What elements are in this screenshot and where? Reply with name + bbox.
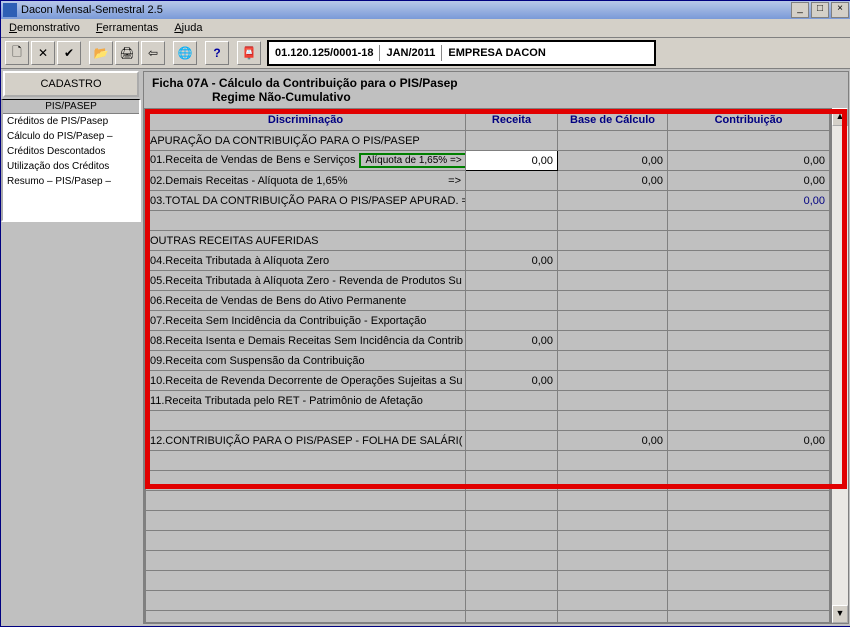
sidebar-group: PIS/PASEP: [3, 100, 139, 114]
sidebar-item[interactable]: Créditos Descontados: [3, 144, 139, 159]
sidebar-item[interactable]: Cálculo do PIS/Pasep –: [3, 129, 139, 144]
section-row: APURAÇÃO DA CONTRIBUIÇÃO PARA O PIS/PASE…: [146, 131, 466, 151]
id-box: 01.120.125/0001-18 JAN/2011 EMPRESA DACO…: [267, 40, 656, 66]
new-icon[interactable]: 🗋: [5, 41, 29, 65]
col-receita[interactable]: Receita: [466, 110, 558, 131]
sidebar-list: PIS/PASEP Créditos de PIS/Pasep Cálculo …: [1, 99, 141, 222]
cell-base[interactable]: 0,00: [558, 151, 668, 171]
row-03[interactable]: 03.TOTAL DA CONTRIBUIÇÃO PARA O PIS/PASE…: [146, 191, 466, 211]
col-contrib[interactable]: Contribuição: [668, 110, 830, 131]
titlebar: Dacon Mensal-Semestral 2.5 _ □ ×: [1, 1, 850, 19]
col-base[interactable]: Base de Cálculo: [558, 110, 668, 131]
menu-ajuda[interactable]: Ajuda: [166, 20, 210, 36]
minimize-button[interactable]: _: [791, 2, 809, 18]
row-04[interactable]: 04.Receita Tributada à Alíquota Zero: [146, 251, 466, 271]
app-window: Dacon Mensal-Semestral 2.5 _ □ × Demonst…: [0, 0, 850, 627]
sidebar-header[interactable]: CADASTRO: [3, 71, 139, 97]
grid: Discriminação Receita Base de Cálculo Co…: [144, 108, 831, 623]
cell-receita[interactable]: 0,00: [466, 151, 558, 171]
delete-icon[interactable]: ✕: [31, 41, 55, 65]
ficha-header: Ficha 07A - Cálculo da Contribuição para…: [144, 72, 848, 108]
ficha-subtitle: Regime Não-Cumulativo: [212, 90, 351, 104]
row-12[interactable]: 12.CONTRIBUIÇÃO PARA O PIS/PASEP - FOLHA…: [146, 431, 466, 451]
cnpj-field[interactable]: 01.120.125/0001-18: [269, 45, 380, 61]
row-08[interactable]: 08.Receita Isenta e Demais Receitas Sem …: [146, 331, 466, 351]
row-11[interactable]: 11.Receita Tributada pelo RET - Patrimôn…: [146, 391, 466, 411]
save-icon[interactable]: ✔: [57, 41, 81, 65]
row-01[interactable]: 01.Receita de Vendas de Bens e ServiçosA…: [146, 151, 466, 171]
back-icon[interactable]: ⇦: [141, 41, 165, 65]
window-title: Dacon Mensal-Semestral 2.5: [21, 4, 163, 16]
menu-ferramentas[interactable]: Ferramentas: [88, 20, 166, 36]
cell-contrib[interactable]: 0,00: [668, 151, 830, 171]
maximize-button[interactable]: □: [811, 2, 829, 18]
sidebar-item[interactable]: Créditos de PIS/Pasep: [3, 114, 139, 129]
periodo-field[interactable]: JAN/2011: [380, 45, 442, 61]
row-06[interactable]: 06.Receita de Vendas de Bens do Ativo Pe…: [146, 291, 466, 311]
scroll-down-icon[interactable]: ▼: [832, 605, 848, 623]
scroll-up-icon[interactable]: ▲: [832, 108, 848, 126]
print-icon[interactable]: 🖨: [115, 41, 139, 65]
row-02[interactable]: 02.Demais Receitas - Alíquota de 1,65%=>: [146, 171, 466, 191]
col-discriminacao[interactable]: Discriminação: [146, 110, 466, 131]
row-07[interactable]: 07.Receita Sem Incidência da Contribuiçã…: [146, 311, 466, 331]
send-icon[interactable]: 📮: [237, 41, 261, 65]
sidebar-item[interactable]: Utilização dos Créditos: [3, 159, 139, 174]
help-icon[interactable]: ?: [205, 41, 229, 65]
close-button[interactable]: ×: [831, 2, 849, 18]
sidebar-item[interactable]: Resumo – PIS/Pasep –: [3, 174, 139, 189]
menu-demonstrativo[interactable]: Demonstrativo: [1, 20, 88, 36]
row-09[interactable]: 09.Receita com Suspensão da Contribuição: [146, 351, 466, 371]
row-10[interactable]: 10.Receita de Revenda Decorrente de Oper…: [146, 371, 466, 391]
globe-icon[interactable]: 🌐: [173, 41, 197, 65]
section-row: OUTRAS RECEITAS AUFERIDAS: [146, 231, 466, 251]
row-05[interactable]: 05.Receita Tributada à Alíquota Zero - R…: [146, 271, 466, 291]
open-icon[interactable]: 📂: [89, 41, 113, 65]
empresa-field[interactable]: EMPRESA DACON: [442, 45, 654, 61]
aliquota-button[interactable]: Alíquota de 1,65% =>: [359, 153, 465, 168]
app-icon: [3, 3, 17, 17]
vertical-scrollbar[interactable]: ▲ ▼: [831, 108, 848, 623]
main-panel: Ficha 07A - Cálculo da Contribuição para…: [141, 69, 850, 626]
sidebar: CADASTRO PIS/PASEP Créditos de PIS/Pasep…: [1, 69, 141, 626]
toolbar: 🗋 ✕ ✔ 📂 🖨 ⇦ 🌐 ? 📮 01.120.125/0001-18 JAN…: [1, 38, 850, 69]
menubar: Demonstrativo Ferramentas Ajuda: [1, 19, 850, 38]
ficha-title: Ficha 07A - Cálculo da Contribuição para…: [152, 76, 458, 90]
